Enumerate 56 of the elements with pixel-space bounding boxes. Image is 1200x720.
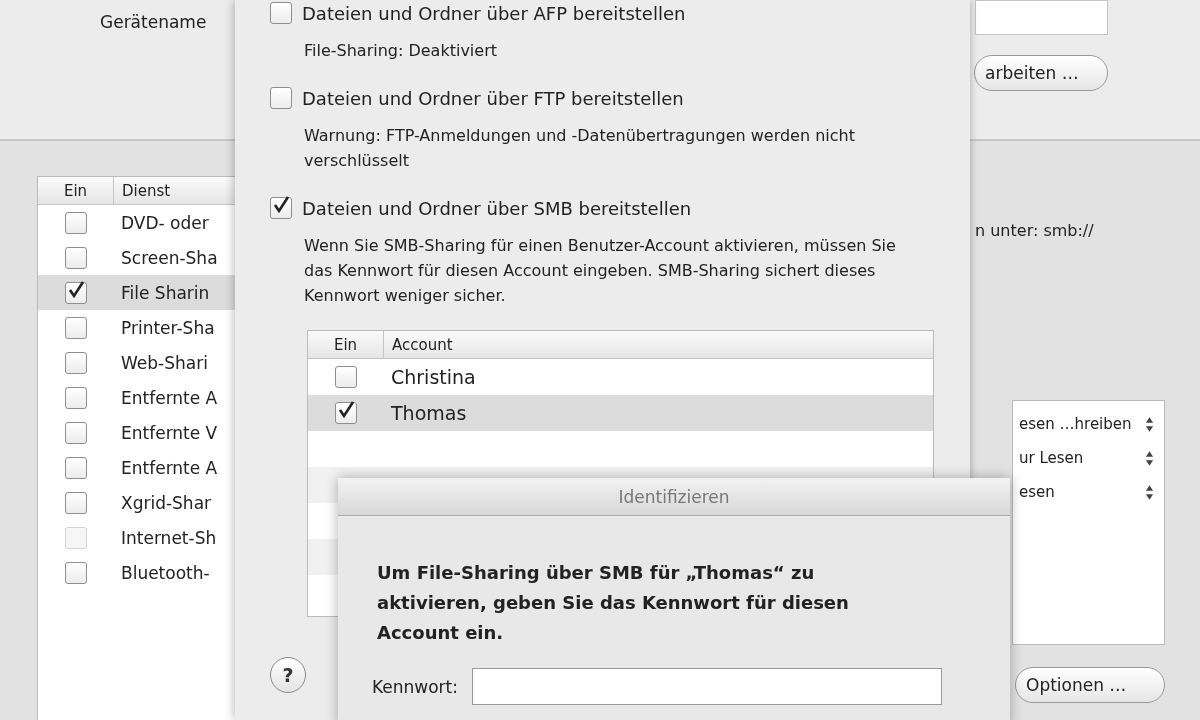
checkbox[interactable] <box>64 211 87 234</box>
checkbox[interactable] <box>64 421 87 444</box>
service-name: File Sharin <box>120 282 210 303</box>
service-name: Entfernte A <box>120 387 218 408</box>
checkbox[interactable] <box>64 316 87 339</box>
edit-button[interactable]: arbeiten … <box>974 55 1108 91</box>
permission-text[interactable]: ur Lesen <box>1019 449 1084 467</box>
service-name: Xgrid-Shar <box>120 492 212 513</box>
checkbox[interactable] <box>64 386 87 409</box>
checkbox[interactable] <box>64 246 87 269</box>
checkbox[interactable] <box>64 491 87 514</box>
checkbox[interactable] <box>64 281 87 304</box>
service-name: Internet-Sh <box>120 527 217 548</box>
address-text: n unter: smb:// <box>975 221 1094 240</box>
checkbox[interactable] <box>270 87 292 109</box>
dialog-message: Um File-Sharing über SMB für „Thomas“ zu aktivieren, geben Sie das Kennwort für diesen Account ein. <box>377 561 850 645</box>
service-name: DVD- oder <box>120 212 209 233</box>
option-label[interactable]: Dateien und Ordner über FTP bereitstellen <box>302 87 684 109</box>
checkbox[interactable] <box>334 402 357 424</box>
option-note: File-Sharing: Deaktiviert <box>304 40 498 62</box>
permission-text[interactable]: esen …hreiben <box>1019 415 1132 433</box>
stepper-icon[interactable] <box>1145 483 1154 501</box>
option-note: Warnung: FTP-Anmeldungen und -Datenübertragungen werden nicht verschlüsselt <box>304 125 856 172</box>
stepper-icon[interactable] <box>1145 449 1154 467</box>
dialog-title: Identifizieren <box>618 486 730 507</box>
column-header[interactable]: Dienst <box>114 181 171 200</box>
service-name: Web-Shari <box>120 352 208 373</box>
password-label: Kennwort: <box>372 676 458 697</box>
column-header[interactable]: Ein <box>38 177 114 204</box>
permission-text[interactable]: esen <box>1019 483 1055 501</box>
option-label[interactable]: Dateien und Ordner über SMB bereitstellen <box>302 197 692 219</box>
checkbox[interactable] <box>334 366 357 388</box>
account-name: Christina <box>390 366 476 388</box>
service-name: Screen-Sha <box>120 247 218 268</box>
options-button[interactable]: Optionen … <box>1015 667 1165 703</box>
account-row[interactable]: Christina <box>308 359 933 395</box>
account-row[interactable]: Thomas <box>308 395 933 431</box>
password-field[interactable] <box>472 668 942 705</box>
column-header[interactable]: Account <box>384 335 453 354</box>
stepper-icon[interactable] <box>1145 415 1154 433</box>
option-label[interactable]: Dateien und Ordner über AFP bereitstellen <box>302 2 686 24</box>
service-name: Entfernte V <box>120 422 218 443</box>
service-name: Printer-Sha <box>120 317 215 338</box>
checkbox[interactable] <box>64 456 87 479</box>
checkbox[interactable] <box>270 197 292 219</box>
service-name: Bluetooth- <box>120 562 210 583</box>
device-name-label: Gerätename <box>100 12 207 34</box>
help-button[interactable]: ? <box>270 657 306 693</box>
device-name-field[interactable] <box>975 0 1108 35</box>
checkbox[interactable] <box>64 351 87 374</box>
service-name: Entfernte A <box>120 457 218 478</box>
column-header[interactable]: Ein <box>308 331 384 358</box>
checkbox[interactable] <box>64 561 87 584</box>
checkbox[interactable] <box>270 2 292 24</box>
account-name: Thomas <box>390 402 467 424</box>
option-note: Wenn Sie SMB-Sharing für einen Benutzer-Account aktivieren, müssen Sie das Kennwort für diesen Account eingeben. SMB-Sharing sichert dieses Kennwort weniger sicher. <box>304 235 897 307</box>
